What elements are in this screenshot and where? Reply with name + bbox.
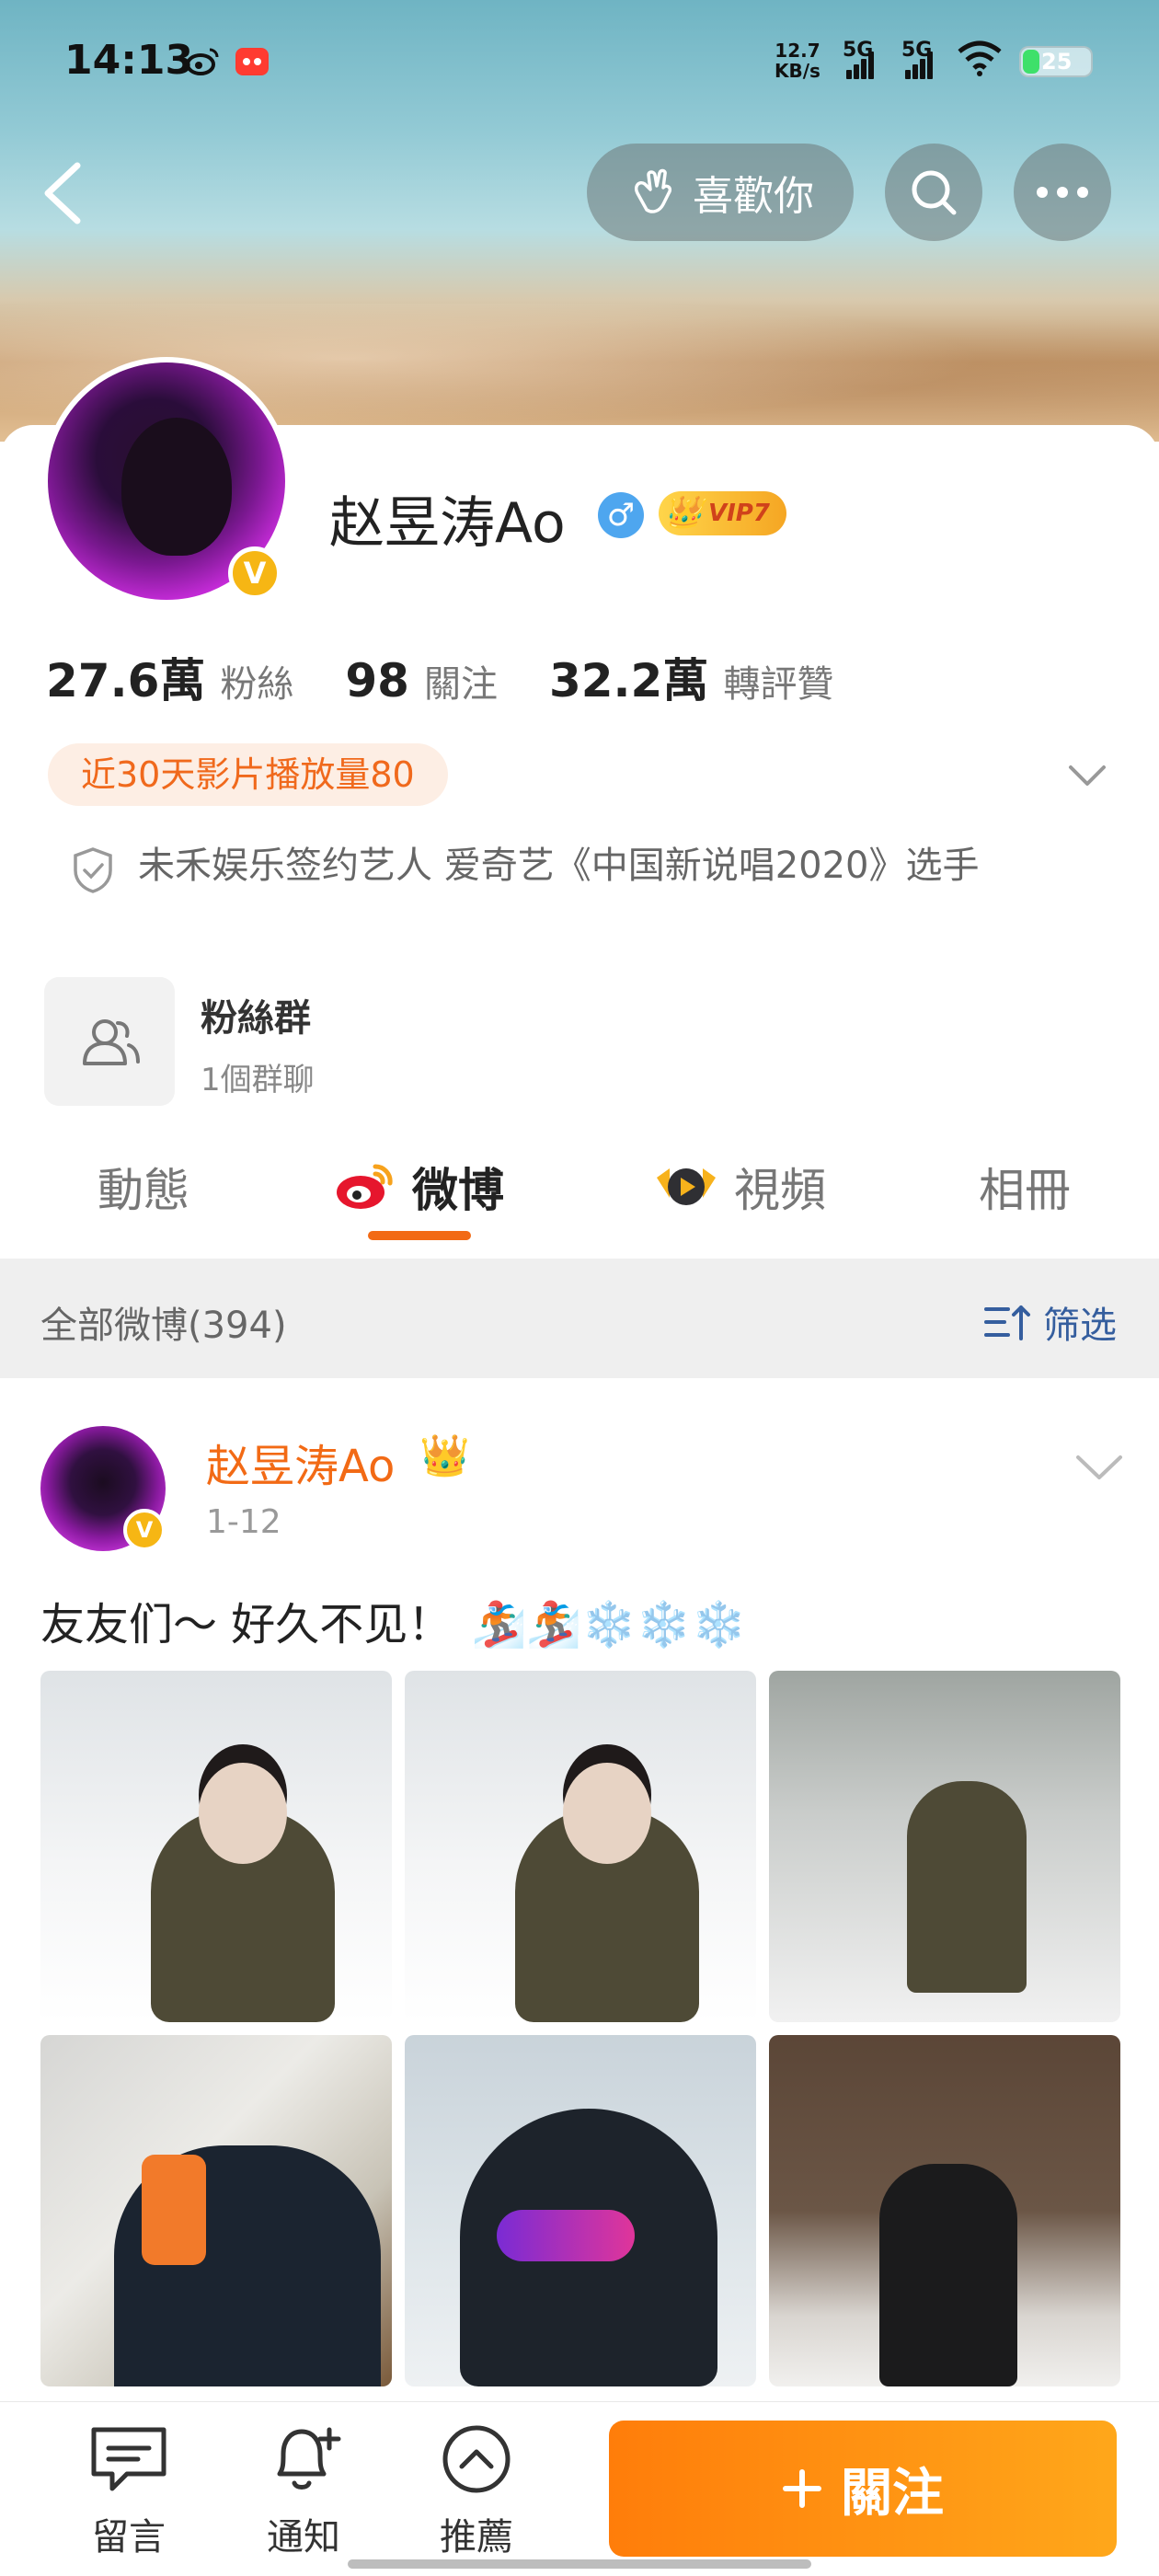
filter-button[interactable]: 筛选 [984, 1295, 1117, 1349]
tab-album-label: 相冊 [979, 1164, 1071, 1217]
following-count[interactable]: 98 [345, 654, 409, 707]
post-photo-6[interactable] [769, 2035, 1120, 2386]
male-gender-icon: ♂ [598, 492, 644, 538]
status-bar: 14:13 12.7 KB/s 5G 5G 25 [0, 0, 1159, 120]
filter-sort-icon [984, 1305, 1030, 1340]
post-text-body: 友友们～ 好久不见！ [40, 1599, 453, 1650]
battery-level: 25 [1041, 49, 1073, 75]
comment-button[interactable]: 留言 [74, 2422, 184, 2560]
engagement-label[interactable]: 轉評贊 [723, 654, 833, 707]
profile-tabs: 動態 微博 視頻 相冊 [0, 1121, 1159, 1259]
fans-count[interactable]: 27.6萬 [46, 644, 205, 710]
crown-icon: 👑 [664, 494, 704, 531]
like-you-button[interactable]: 喜歡你 [587, 144, 854, 241]
tab-album[interactable]: 相冊 [979, 1154, 1071, 1220]
status-time: 14:13 [64, 37, 194, 84]
recommend-label: 推薦 [440, 2516, 513, 2559]
signal-icon-2 [905, 52, 933, 79]
post-photo-2[interactable] [405, 1671, 756, 2022]
post-photo-1[interactable] [40, 1671, 392, 2022]
wifi-icon [958, 40, 1002, 76]
profile-name: 赵昱涛Ao [329, 491, 566, 556]
post-photo-4[interactable] [40, 2035, 392, 2386]
more-button[interactable] [1014, 144, 1111, 241]
post-text: 友友们～ 好久不见！ 🏂🏂❄️❄️❄️ [40, 1588, 746, 1652]
weibo-logo-icon [337, 1164, 393, 1209]
notify-button[interactable]: 通知 [248, 2422, 359, 2560]
vip-badge[interactable]: 👑 VIP7 [659, 491, 786, 535]
hand-heart-icon [634, 168, 672, 213]
speed-unit: KB/s [775, 60, 820, 82]
vip-level: VIP7 [708, 500, 770, 527]
tab-dynamics-label: 動態 [98, 1164, 189, 1217]
plus-icon [783, 2469, 821, 2508]
chevron-down-icon[interactable] [1067, 762, 1107, 789]
tab-dynamics[interactable]: 動態 [98, 1154, 189, 1220]
following-label[interactable]: 關注 [424, 654, 498, 707]
post-menu-chevron-icon[interactable] [1074, 1452, 1124, 1483]
post-verified-badge: V [123, 1509, 166, 1551]
post-author-name[interactable]: 赵昱涛Ao [206, 1430, 395, 1494]
post-photo-5[interactable] [405, 2035, 756, 2386]
battery-icon: 25 [1019, 46, 1093, 77]
notify-label: 通知 [267, 2516, 340, 2559]
home-indicator [348, 2559, 811, 2569]
tab-videos[interactable]: 視頻 [653, 1154, 826, 1220]
filter-bar: 全部微博(394) 筛选 [0, 1259, 1159, 1378]
chevron-up-circle-icon [442, 2425, 511, 2493]
tab-videos-label: 視頻 [734, 1164, 826, 1217]
post-date: 1-12 [206, 1503, 281, 1541]
engagement-count[interactable]: 32.2萬 [549, 644, 708, 710]
more-dots-icon [1037, 187, 1088, 198]
follow-label: 關注 [841, 2463, 944, 2524]
video-play-icon [657, 1168, 716, 1205]
video-play-count-badge[interactable]: 近30天影片播放量80 [48, 743, 448, 806]
fan-group-icon-box[interactable] [44, 977, 175, 1106]
chevron-left-icon [44, 162, 81, 224]
filter-label: 筛选 [1043, 1305, 1117, 1347]
back-button[interactable] [37, 156, 92, 230]
speed-value: 12.7 [775, 40, 820, 62]
network-speed: 12.7 KB/s [775, 40, 820, 81]
search-button[interactable] [885, 144, 982, 241]
weibo-notify-icon [184, 42, 221, 87]
profile-stats: 27.6萬 粉絲 98 關注 32.2萬 轉評贊 [46, 644, 885, 710]
follow-button[interactable]: 關注 [609, 2421, 1117, 2557]
shield-verified-icon [74, 847, 112, 893]
comment-label: 留言 [92, 2516, 166, 2559]
bottom-action-bar: 留言 通知 推薦 關注 [0, 2401, 1159, 2576]
tab-weibo-label: 微博 [412, 1164, 504, 1217]
all-posts-count: 全部微博(394) [40, 1305, 287, 1347]
fan-group-title[interactable]: 粉絲群 [201, 988, 311, 1041]
recommend-button[interactable]: 推薦 [421, 2422, 532, 2560]
search-icon [912, 170, 957, 215]
post-photo-3[interactable] [769, 1671, 1120, 2022]
signal-icon-1 [846, 52, 874, 79]
active-tab-indicator [368, 1231, 471, 1240]
crown-icon: 👑 [419, 1432, 470, 1479]
tab-weibo[interactable]: 微博 [333, 1154, 504, 1220]
verified-badge: V [228, 546, 281, 600]
like-you-label: 喜歡你 [693, 173, 814, 220]
weibo-post[interactable]: V 赵昱涛Ao 👑 1-12 友友们～ 好久不见！ 🏂🏂❄️❄️❄️ [0, 1378, 1159, 2390]
fan-group-subtitle: 1個群聊 [201, 1062, 315, 1098]
app-notify-icon [232, 42, 272, 87]
profile-bio: 未禾娱乐签约艺人 爱奇艺《中国新说唱2020》选手 [138, 845, 980, 887]
post-emojis: 🏂🏂❄️❄️❄️ [471, 1599, 747, 1650]
group-users-icon [83, 1019, 140, 1065]
fans-label[interactable]: 粉絲 [220, 654, 293, 707]
bell-plus-icon [277, 2427, 341, 2490]
comment-bubble-icon [91, 2427, 166, 2491]
